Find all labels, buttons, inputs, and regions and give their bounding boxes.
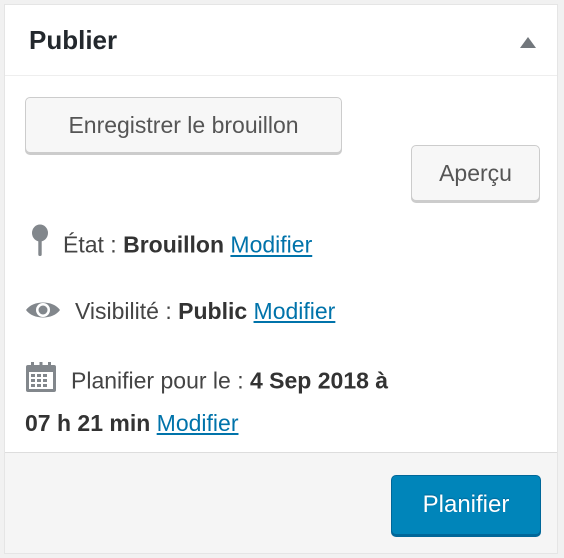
schedule-time: 07 h 21 min <box>25 410 151 436</box>
preview-button[interactable]: Aperçu <box>411 145 540 201</box>
save-draft-button[interactable]: Enregistrer le brouillon <box>25 97 342 153</box>
visibility-row: Visibilité : Public Modifier <box>25 292 537 332</box>
schedule-row: Planifier pour le : 4 Sep 2018 à 07 h 21… <box>25 361 537 442</box>
status-label: État : <box>63 231 117 258</box>
visibility-edit-link[interactable]: Modifier <box>254 298 336 324</box>
publish-box-title: Publier <box>29 25 118 55</box>
publish-box-inside: Enregistrer le brouillon Aperçu État : B… <box>5 76 557 453</box>
schedule-label: Planifier pour le : <box>71 367 244 394</box>
schedule-publish-button[interactable]: Planifier <box>391 475 541 535</box>
visibility-label: Visibilité : <box>75 298 172 324</box>
status-row: État : Brouillon Modifier <box>25 224 537 269</box>
publish-actions-footer: Planifier <box>5 452 557 553</box>
calendar-icon <box>25 361 57 404</box>
schedule-date: 4 Sep 2018 à <box>249 367 389 394</box>
status-value: Brouillon <box>123 231 225 258</box>
pin-icon <box>31 224 49 269</box>
publish-box: Publier Enregistrer le brouillon Aperçu … <box>4 4 558 554</box>
status-edit-link[interactable]: Modifier <box>230 232 312 258</box>
triangle-up-icon[interactable] <box>517 33 539 51</box>
visibility-value: Public <box>178 298 248 324</box>
eye-icon <box>25 294 61 332</box>
schedule-edit-link[interactable]: Modifier <box>157 410 239 436</box>
publish-box-header: Publier <box>5 5 557 76</box>
